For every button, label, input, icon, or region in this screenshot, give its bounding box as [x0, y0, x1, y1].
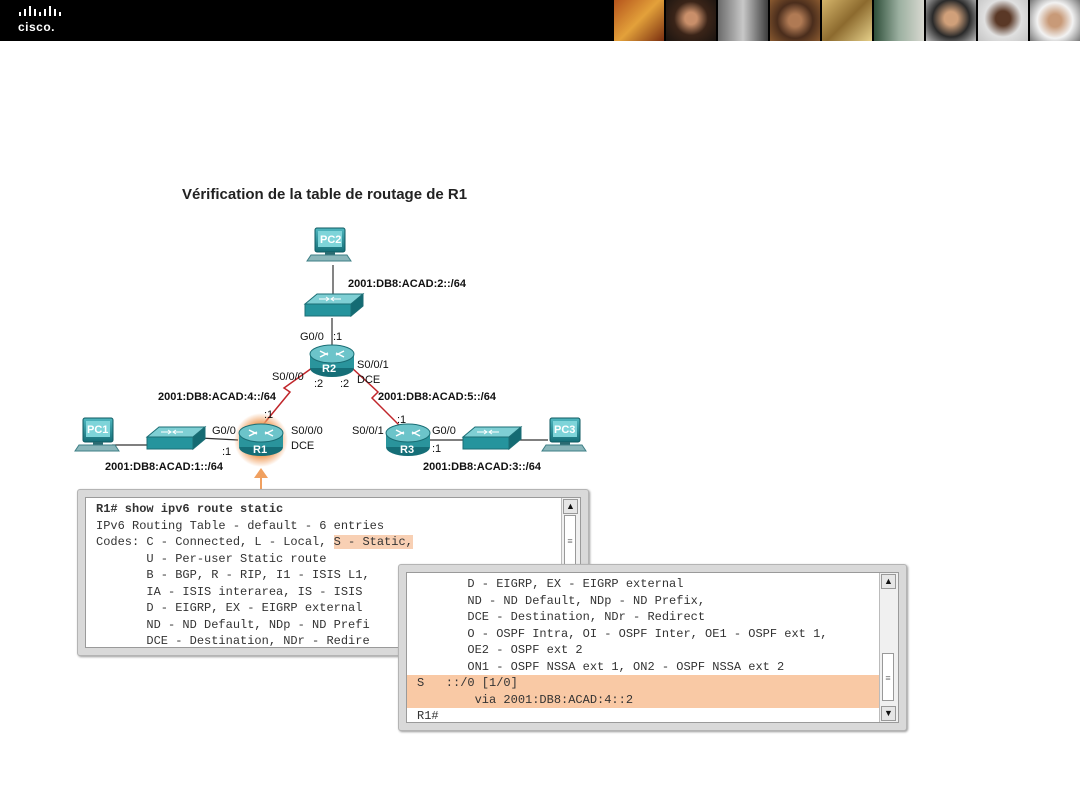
scroll-up-icon[interactable]: ▲ — [563, 499, 578, 514]
r2-g00-label: G0/0 — [300, 331, 324, 343]
r2-s000-label: S0/0/0 — [272, 371, 304, 383]
terminal-output-2[interactable]: D - EIGRP, EX - EIGRP external ND - ND D… — [406, 572, 899, 723]
terminal-line: O - OSPF Intra, OI - OSPF Inter, OE1 - O… — [417, 626, 828, 641]
r3-s001-label: S0/0/1 — [352, 425, 384, 437]
terminal-window-2: D - EIGRP, EX - EIGRP external ND - ND D… — [398, 564, 907, 731]
terminal-line: ON1 - OSPF NSSA ext 1, ON2 - OSPF NSSA e… — [417, 659, 785, 674]
link-switch-r1 — [199, 437, 239, 441]
r3-s001-host-label: :1 — [397, 414, 406, 426]
pc1-label: PC1 — [87, 424, 108, 436]
scroll-thumb[interactable]: ≡ — [882, 653, 894, 701]
switch-left-icon[interactable] — [146, 426, 206, 450]
network-label-3: 2001:DB8:ACAD:3::/64 — [423, 461, 542, 473]
r2-g00-host-label: :1 — [333, 331, 342, 343]
switch-right-icon[interactable] — [462, 426, 522, 450]
static-route-via-line: via 2001:DB8:ACAD:4::2 — [407, 691, 898, 708]
r2-s001-host-label: :2 — [340, 378, 349, 390]
r1-g00-host-label: :1 — [222, 446, 231, 458]
terminal-line: IPv6 Routing Table - default - 6 entries — [96, 518, 385, 533]
terminal-line: D - EIGRP, EX - EIGRP external — [417, 577, 684, 591]
r1-s000-host-label: :1 — [264, 409, 273, 421]
r2-dce-label: DCE — [357, 374, 380, 386]
r1-label: R1 — [253, 444, 267, 456]
pc2-label: PC2 — [320, 234, 341, 246]
r3-g00-label: G0/0 — [432, 425, 456, 437]
network-label-1: 2001:DB8:ACAD:1::/64 — [105, 461, 224, 473]
r1-g00-label: G0/0 — [212, 425, 236, 437]
r3-label: R3 — [400, 444, 414, 456]
terminal-2-scrollbar[interactable]: ▲ ≡ ▼ — [879, 573, 898, 722]
r1-pointer-arrow-icon — [254, 468, 268, 490]
network-label-4: 2001:DB8:ACAD:4::/64 — [158, 391, 277, 403]
scroll-down-icon[interactable]: ▼ — [881, 706, 896, 721]
terminal-line-text: Codes: C - Connected, L - Local, — [96, 535, 334, 549]
r1-s000-label: S0/0/0 — [291, 425, 323, 437]
network-label-5: 2001:DB8:ACAD:5::/64 — [378, 391, 497, 403]
terminal-line: OE2 - OSPF ext 2 — [417, 643, 583, 657]
switch-top-icon[interactable] — [304, 293, 364, 317]
terminal-line: ND - ND Default, NDp - ND Prefix, — [417, 593, 706, 608]
scroll-up-icon[interactable]: ▲ — [881, 574, 896, 589]
static-route-line: S ::/0 [1/0] — [407, 675, 898, 692]
scroll-thumb[interactable]: ≡ — [564, 515, 576, 565]
pc3-label: PC3 — [554, 424, 575, 436]
terminal-line: Codes: C - Connected, L - Local, S - Sta… — [86, 534, 580, 551]
r2-s000-host-label: :2 — [314, 378, 323, 390]
static-code-highlight: S - Static, — [333, 535, 413, 549]
r2-s001-label: S0/0/1 — [357, 359, 389, 371]
terminal-line: DCE - Destination, NDr - Redirect — [417, 610, 706, 624]
terminal-prompt-line: R1# — [417, 709, 439, 723]
terminal-line: R1# show ipv6 route static — [96, 502, 284, 516]
r1-dce-label: DCE — [291, 440, 314, 452]
r2-label: R2 — [322, 363, 336, 375]
network-label-2: 2001:DB8:ACAD:2::/64 — [348, 278, 467, 290]
r3-g00-host-label: :1 — [432, 443, 441, 455]
